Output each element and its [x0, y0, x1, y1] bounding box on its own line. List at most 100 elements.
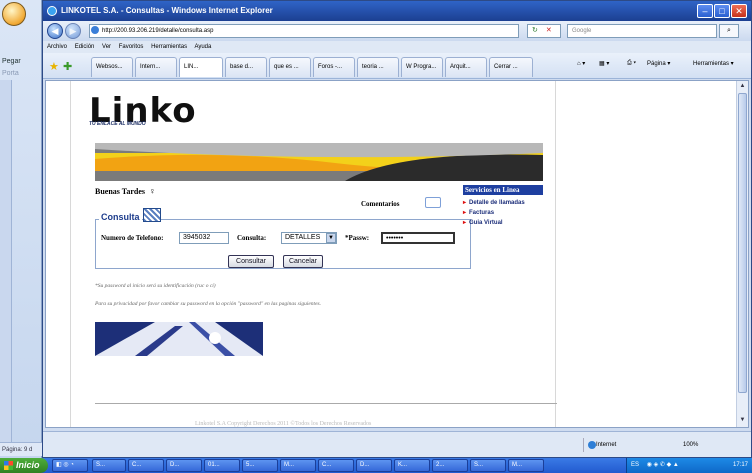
address-bar: ◀ ▶ http://200.93.206.219/detalle/consul… [43, 21, 751, 41]
tab-base-d[interactable]: base d... [225, 57, 267, 77]
menu-herramientas[interactable]: Herramientas [151, 44, 187, 50]
globe-icon [588, 441, 596, 449]
taskbar-item-9[interactable]: K... [394, 459, 430, 472]
taskbar-item-2[interactable]: C... [128, 459, 164, 472]
tab-intern[interactable]: Intern... [135, 57, 177, 77]
tab-linkotel[interactable]: LIN... [179, 57, 223, 77]
phone-input[interactable]: 3945032 [179, 232, 229, 244]
tab-cerrar[interactable]: Cerrar ... [489, 57, 533, 77]
menu-favoritos[interactable]: Favoritos [119, 44, 144, 50]
tab-progra[interactable]: W Progra... [401, 57, 443, 77]
logo-tagline: TU ENLACE AL MUNDO [89, 121, 146, 127]
stop-icon[interactable]: ✕ [546, 27, 552, 34]
arrow-icon: ▸ [463, 200, 467, 206]
office-button-icon[interactable] [2, 2, 26, 26]
tab-teoria[interactable]: teoria ... [357, 57, 399, 77]
taskbar-item-8[interactable]: D... [356, 459, 392, 472]
vertical-ruler [0, 80, 12, 450]
minimize-button[interactable]: – [697, 4, 713, 18]
consultar-button[interactable]: Consultar [228, 255, 274, 268]
favorites-star-icon[interactable]: ★ [49, 60, 59, 73]
tools-menu[interactable]: Herramientas ▾ [693, 60, 734, 67]
scroll-thumb[interactable] [738, 93, 747, 393]
tab-websos[interactable]: Websos... [91, 57, 133, 77]
forward-arrow-icon[interactable]: ▶ [65, 23, 81, 39]
password-note: *Su password al inicio será su identific… [95, 283, 216, 289]
taskbar-item-3[interactable]: D... [166, 459, 202, 472]
taskbar-item-1[interactable]: S... [92, 459, 126, 472]
search-icon[interactable]: ⌕ [719, 24, 739, 38]
status-bar: Internet 100% [43, 431, 751, 457]
password-input[interactable]: ••••••• [381, 232, 455, 244]
header-banner [95, 143, 543, 181]
print-icon[interactable]: ⎙ ▾ [627, 60, 636, 67]
taskbar-item-4[interactable]: 01... [204, 459, 240, 472]
search-input[interactable]: Google [567, 24, 717, 38]
envelope-icon[interactable] [425, 197, 441, 208]
scroll-up-icon[interactable]: ▲ [738, 81, 747, 91]
password-label: *Passw: [345, 234, 370, 242]
menu-ayuda[interactable]: Ayuda [194, 44, 211, 50]
chevron-down-icon[interactable]: ▼ [326, 233, 336, 243]
side-item-label: Detalle de llamadas [469, 200, 525, 206]
menu-edicion[interactable]: Edición [75, 44, 95, 50]
menu-ver[interactable]: Ver [102, 44, 111, 50]
cancelar-button[interactable]: Cancelar [283, 255, 323, 268]
taskbar-item-6[interactable]: M... [280, 459, 316, 472]
maximize-button[interactable]: □ [714, 4, 730, 18]
refresh-icon[interactable]: ↻ [532, 27, 538, 34]
title-bar: LINKOTEL S.A. - Consultas - Windows Inte… [43, 1, 751, 21]
footer-copyright: Linkotel S.A Copyright Derechos 2011 ©To… [195, 421, 372, 427]
tab-bar: ★ ✚ Websos... Intern... LIN... base d...… [43, 53, 751, 79]
phone-label: Numero de Telefono: [101, 234, 164, 242]
start-label: Inicio [16, 460, 40, 470]
home-icon[interactable]: ⌂ ▾ [577, 60, 585, 67]
taskbar-item-12[interactable]: M... [508, 459, 544, 472]
consulta-label: Consulta: [237, 234, 267, 242]
side-item-facturas[interactable]: ▸ Facturas [463, 209, 494, 216]
user-icon: ♀ [149, 186, 156, 196]
back-arrow-icon[interactable]: ◀ [47, 23, 63, 39]
close-button[interactable]: ✕ [731, 4, 747, 18]
page-icon [91, 26, 99, 34]
vertical-scrollbar[interactable]: ▲ ▼ [736, 81, 748, 427]
quicklaunch[interactable]: ◧ ◎ ◔ [52, 459, 88, 472]
taskbar-item-7[interactable]: C... [318, 459, 354, 472]
ie-icon [47, 6, 57, 16]
url-input[interactable]: http://200.93.206.219/detalle/consulta.a… [89, 24, 519, 38]
page-menu[interactable]: Página ▾ [647, 60, 670, 67]
feeds-icon[interactable]: ▦ ▾ [599, 60, 609, 67]
clock: 17:17 [732, 462, 748, 468]
tab-foros[interactable]: Foros -... [313, 57, 355, 77]
side-item-detalle[interactable]: ▸ Detalle de llamadas [463, 199, 525, 206]
promo-image [95, 322, 263, 356]
bg-status-page: Página: 9 d [0, 442, 42, 456]
bg-tab-paste[interactable]: Pegar [2, 58, 38, 65]
footer-divider [95, 403, 557, 404]
grid-icon [143, 208, 161, 222]
refresh-stop-buttons[interactable]: ↻ ✕ [527, 24, 561, 38]
consulta-legend: Consulta [99, 212, 142, 222]
taskbar-item-5[interactable]: 5... [242, 459, 278, 472]
language-indicator[interactable]: ES [631, 462, 639, 468]
greeting-text: Buenas Tardes [95, 187, 146, 196]
arrow-icon: ▸ [463, 220, 467, 226]
menu-archivo[interactable]: Archivo [47, 44, 67, 50]
side-item-guia[interactable]: ▸ Guia Virtual [463, 219, 503, 226]
comentarios-link[interactable]: Comentarios [361, 200, 400, 208]
system-tray: ES ◉ ◈ ✆ ◆ ▲ 17:17 [626, 458, 752, 473]
tray-icons[interactable]: ◉ ◈ ✆ ◆ ▲ [647, 462, 679, 468]
scroll-down-icon[interactable]: ▼ [738, 415, 747, 425]
menu-bar: Archivo Edición Ver Favoritos Herramient… [43, 41, 751, 53]
taskbar-item-11[interactable]: S... [470, 459, 506, 472]
background-app: Pegar Porta Página: 9 d [0, 0, 42, 458]
add-favorite-icon[interactable]: ✚ [63, 60, 72, 73]
ie-window: LINKOTEL S.A. - Consultas - Windows Inte… [42, 0, 752, 458]
zoom-level[interactable]: 100% [683, 438, 698, 452]
bg-tab-portapapeles: Porta [2, 70, 19, 77]
taskbar: Inicio ◧ ◎ ◔ S... C... D... 01... 5... M… [0, 458, 752, 473]
taskbar-item-10[interactable]: 2... [432, 459, 468, 472]
tab-arquit[interactable]: Arquit... [445, 57, 487, 77]
tab-que-es[interactable]: que es ... [269, 57, 311, 77]
zone-text: Internet [596, 442, 617, 448]
